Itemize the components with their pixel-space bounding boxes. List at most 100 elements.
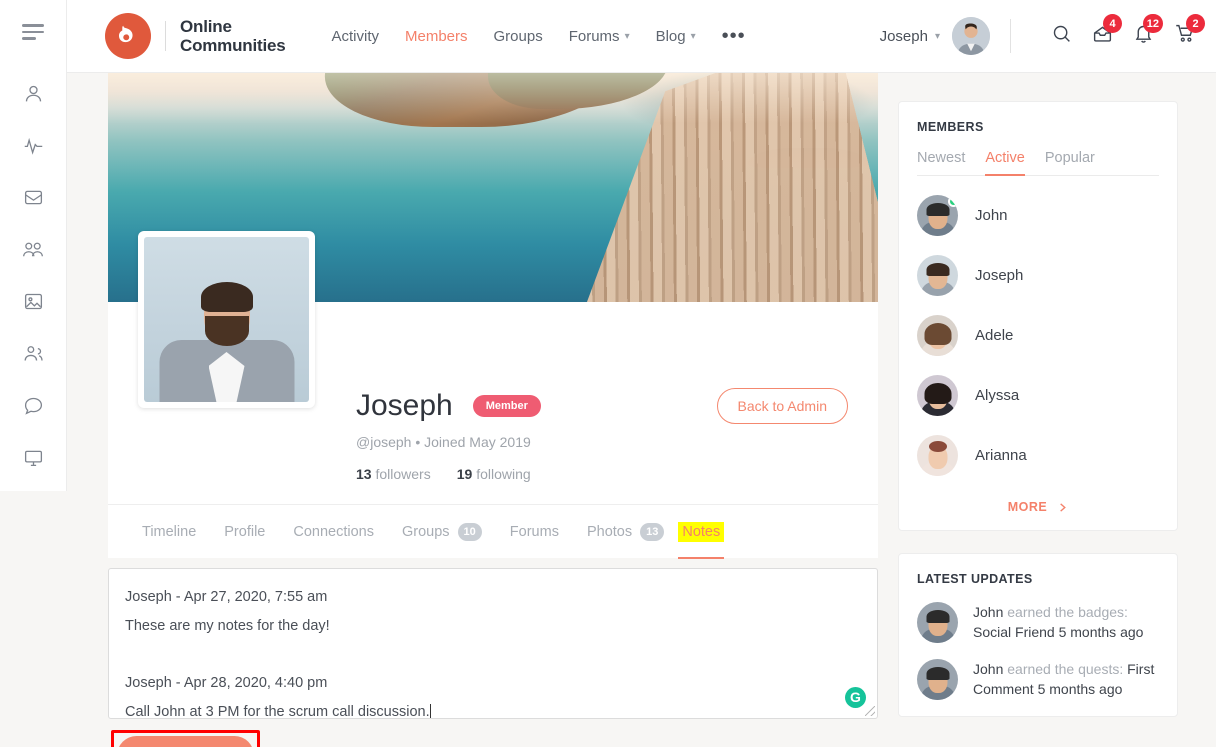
members-more-label: MORE [1008, 500, 1048, 514]
avatar [917, 435, 958, 476]
list-item[interactable]: Alyssa [917, 375, 1159, 416]
left-icon-rail [0, 0, 67, 491]
list-item[interactable]: Joseph [917, 255, 1159, 296]
header-user-name[interactable]: Joseph [880, 28, 928, 45]
groups-icon[interactable] [13, 230, 53, 270]
avatar [917, 659, 958, 700]
followers-stat[interactable]: 13 followers [356, 466, 431, 482]
notes-line-4: Joseph - Apr 28, 2020, 4:40 pm [125, 669, 861, 698]
members-tab-active[interactable]: Active [985, 150, 1025, 166]
nav-item-groups[interactable]: Groups [494, 28, 543, 45]
messages-badge: 4 [1103, 14, 1122, 33]
members-tab-newest[interactable]: Newest [917, 150, 965, 166]
notifications-badge: 12 [1143, 14, 1163, 33]
grammarly-icon[interactable]: G [845, 687, 866, 708]
chevron-down-icon: ▾ [625, 31, 630, 42]
chevron-right-icon [1057, 502, 1068, 513]
avatar [917, 375, 958, 416]
profile-icon[interactable] [13, 74, 53, 114]
status-badge: Member [473, 395, 541, 417]
avatar[interactable] [952, 17, 990, 55]
list-item-label: John [975, 207, 1008, 224]
brand-logo[interactable]: Online Communities [105, 13, 285, 59]
list-item[interactable]: John earned the quests: First Comment 5 … [917, 659, 1159, 700]
page-title: Joseph [356, 389, 453, 423]
textarea-resize-handle[interactable] [865, 706, 875, 716]
profile-avatar-image [144, 237, 309, 402]
list-item-label: Arianna [975, 447, 1027, 464]
list-item[interactable]: John [917, 195, 1159, 236]
notes-line-3 [125, 640, 861, 669]
search-icon[interactable] [1051, 23, 1072, 49]
tab-timeline[interactable]: Timeline [128, 505, 210, 558]
chat-icon[interactable] [13, 386, 53, 426]
members-widget: MEMBERS Newest Active Popular John Josep… [898, 101, 1178, 531]
groups-count-badge: 10 [458, 523, 482, 541]
profile-card: Joseph Member Back to Admin @joseph • Jo… [108, 302, 878, 558]
members-widget-tabs: Newest Active Popular [917, 150, 1159, 176]
members-tab-popular[interactable]: Popular [1045, 150, 1095, 166]
save-button-annotation: Save Notes [111, 730, 260, 747]
brand-name: Online Communities [180, 17, 285, 55]
tab-photos[interactable]: Photos13 [573, 505, 678, 558]
inbox-icon[interactable] [13, 178, 53, 218]
avatar [917, 602, 958, 643]
avatar [917, 315, 958, 356]
list-item-label: Joseph [975, 267, 1023, 284]
right-sidebar: MEMBERS Newest Active Popular John Josep… [898, 101, 1178, 739]
bell-icon[interactable]: 12 [1133, 23, 1154, 49]
envelope-icon[interactable]: 4 [1092, 23, 1113, 49]
chevron-down-icon[interactable]: ▾ [935, 31, 940, 42]
activity-pulse-icon[interactable] [13, 126, 53, 166]
list-item[interactable]: Arianna [917, 435, 1159, 476]
following-stat[interactable]: 19 following [457, 466, 531, 482]
list-item-label: Alyssa [975, 387, 1019, 404]
tab-notes[interactable]: Notes [678, 522, 724, 542]
nav-item-forums[interactable]: Forums▾ [569, 28, 630, 45]
shopping-cart-icon[interactable]: 2 [1174, 23, 1196, 49]
nav-item-blog[interactable]: Blog▾ [656, 28, 696, 45]
update-text: John earned the badges: Social Friend 5 … [973, 602, 1159, 643]
profile-stats: 13 followers 19 following [356, 466, 848, 482]
friends-icon[interactable] [13, 334, 53, 374]
latest-updates-title: LATEST UPDATES [917, 572, 1159, 586]
avatar [917, 255, 958, 296]
hamburger-menu-icon[interactable] [22, 24, 44, 44]
tab-profile[interactable]: Profile [210, 505, 279, 558]
nav-more-icon[interactable]: ••• [722, 30, 746, 42]
notes-line-1: Joseph - Apr 27, 2020, 7:55 am [125, 583, 861, 612]
cart-badge: 2 [1186, 14, 1205, 33]
cover-cliff-secondary [488, 73, 668, 109]
nav-item-activity[interactable]: Activity [331, 28, 379, 45]
notes-line-5: Call John at 3 PM for the scrum call dis… [125, 698, 861, 719]
tab-groups[interactable]: Groups10 [388, 505, 496, 558]
screen-icon[interactable] [13, 438, 53, 478]
tab-forums[interactable]: Forums [496, 505, 573, 558]
list-item[interactable]: John earned the badges: Social Friend 5 … [917, 602, 1159, 643]
notes-textarea[interactable]: Joseph - Apr 27, 2020, 7:55 am These are… [108, 568, 878, 719]
bb-flame-logo-icon [105, 13, 151, 59]
list-item-label: Adele [975, 327, 1013, 344]
profile-name-row: Joseph Member Back to Admin [356, 388, 848, 424]
tab-connections[interactable]: Connections [279, 505, 388, 558]
profile-avatar[interactable] [138, 231, 315, 408]
profile-handle: @joseph • Joined May 2019 [356, 434, 848, 450]
notes-line-2: These are my notes for the day! [125, 612, 861, 641]
header-divider [1010, 19, 1011, 53]
save-notes-button[interactable]: Save Notes [117, 736, 254, 747]
chevron-down-icon: ▾ [691, 31, 696, 42]
nav-item-members[interactable]: Members [405, 28, 468, 45]
online-status-dot [948, 196, 958, 207]
photos-count-badge: 13 [640, 523, 664, 541]
profile-tabs: Timeline Profile Connections Groups10 Fo… [108, 504, 878, 558]
avatar [917, 195, 958, 236]
text-cursor [430, 704, 431, 719]
page-root: Online Communities Activity Members Grou… [0, 0, 1216, 747]
photos-icon[interactable] [13, 282, 53, 322]
update-text: John earned the quests: First Comment 5 … [973, 659, 1159, 700]
list-item[interactable]: Adele [917, 315, 1159, 356]
back-to-admin-button[interactable]: Back to Admin [717, 388, 849, 424]
members-more-link[interactable]: MORE [917, 500, 1159, 514]
latest-updates-widget: LATEST UPDATES John earned the badges: S… [898, 553, 1178, 717]
members-widget-title: MEMBERS [917, 120, 1159, 134]
